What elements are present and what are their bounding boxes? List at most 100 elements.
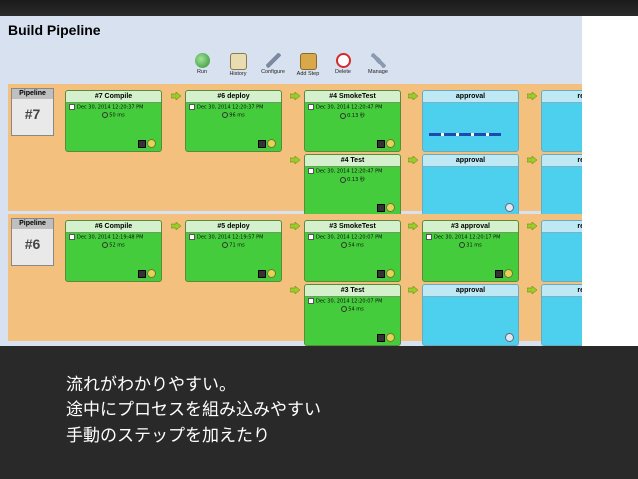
console-icon[interactable] [258,140,266,148]
flow-arrow-icon [290,222,300,230]
stage-card-completed[interactable]: #6 deploy Dec 30, 2014 12:20:37 PM 96 ms [185,90,282,152]
clock-icon [222,112,229,118]
stage-card-completed[interactable]: #6 Compile Dec 30, 2014 12:19:48 PM 52 ms [65,220,162,282]
stage-title[interactable]: #4 SmokeTest [305,91,400,103]
stage-card-completed[interactable]: #5 deploy Dec 30, 2014 12:19:57 PM 71 ms [185,220,282,282]
pipeline-number-box[interactable]: Pipeline #7 [11,88,54,136]
select-checkbox[interactable] [69,104,75,110]
flow-arrow-icon [290,92,300,100]
top-bar [0,0,638,16]
flow-arrow-icon [290,286,300,294]
rebuild-icon[interactable] [386,269,395,278]
clock-icon [341,306,348,312]
flow-arrow-icon [171,222,181,230]
build-pipeline-screen: Build Pipeline Run History Configure Add… [0,16,582,346]
stage-card-pending[interactable]: release [541,220,582,282]
stage-title[interactable]: #6 deploy [186,91,281,103]
select-checkbox[interactable] [189,104,195,110]
rebuild-icon[interactable] [386,139,395,148]
rebuild-icon[interactable] [267,139,276,148]
select-checkbox[interactable] [189,234,195,240]
run-button[interactable]: Run [182,53,222,75]
stage-duration-row: 0.13 秒 [305,176,400,183]
console-icon[interactable] [258,270,266,278]
rebuild-icon[interactable] [147,139,156,148]
flow-arrow-icon [171,92,181,100]
stage-title[interactable]: release [542,221,582,233]
stage-timestamp: Dec 30, 2014 12:20:07 PM [316,298,383,305]
stage-card-pending[interactable]: approval [422,154,519,216]
rebuild-icon[interactable] [386,333,395,342]
manage-button[interactable]: Manage [358,53,398,75]
stage-card-pending[interactable]: release [541,90,582,152]
stage-title[interactable]: #5 deploy [186,221,281,233]
stage-card-completed[interactable]: #3 approval Dec 30, 2014 12:20:17 PM 31 ms [422,220,519,282]
manage-icon [370,53,386,68]
stage-title[interactable]: #3 SmokeTest [305,221,400,233]
history-button[interactable]: History [218,53,258,77]
flow-arrow-icon [290,156,300,164]
console-icon[interactable] [138,270,146,278]
add-step-label: Add Step [296,71,320,77]
pipeline-number-box[interactable]: Pipeline #6 [11,218,54,266]
caption-line-3: 手動のステップを加えたり [66,426,270,446]
stage-duration: 0.13 秒 [347,177,365,183]
manual-trigger-icon[interactable] [505,333,514,342]
select-checkbox[interactable] [308,168,314,174]
console-icon[interactable] [138,140,146,148]
stage-card-pending[interactable]: approval [422,90,519,152]
stage-card-completed[interactable]: #4 SmokeTest Dec 30, 2014 12:20:47 PM 0.13… [304,90,401,152]
manual-trigger-icon[interactable] [505,203,514,212]
stage-duration-row: 31 ms [423,242,518,249]
stage-title[interactable]: release [542,155,582,167]
select-checkbox[interactable] [426,234,432,240]
stage-title[interactable]: approval [423,91,518,103]
stage-card-completed[interactable]: #3 Test Dec 30, 2014 12:20:07 PM 54 ms [304,284,401,346]
rebuild-icon[interactable] [147,269,156,278]
stage-duration-row: 50 ms [66,112,161,119]
stage-card-completed[interactable]: #3 SmokeTest Dec 30, 2014 12:20:07 PM 54 m… [304,220,401,282]
stage-title[interactable]: #3 approval [423,221,518,233]
stage-timestamp-row: Dec 30, 2014 12:19:48 PM [69,234,144,241]
select-checkbox[interactable] [308,104,314,110]
caption-line-1: 流れがわかりやすい。 [66,375,236,395]
console-icon[interactable] [495,270,503,278]
stage-title[interactable]: approval [423,285,518,297]
rebuild-icon[interactable] [386,203,395,212]
stage-card-pending[interactable]: release [541,284,582,346]
stage-timestamp: Dec 30, 2014 12:20:07 PM [316,234,383,241]
stage-title[interactable]: #6 Compile [66,221,161,233]
slide-margin [582,16,638,346]
stage-title[interactable]: release [542,285,582,297]
console-icon[interactable] [377,270,385,278]
console-icon[interactable] [377,204,385,212]
run-label: Run [196,69,208,75]
console-icon[interactable] [377,334,385,342]
stage-duration: 54 ms [348,242,364,249]
stage-card-completed[interactable]: #7 Compile Dec 30, 2014 12:20:37 PM 50 ms [65,90,162,152]
stage-timestamp: Dec 30, 2014 12:20:47 PM [316,168,383,175]
stage-card-completed[interactable]: #4 Test Dec 30, 2014 12:20:47 PM 0.13 秒 [304,154,401,216]
stage-title[interactable]: approval [423,155,518,167]
delete-button[interactable]: Delete [323,53,363,75]
select-checkbox[interactable] [69,234,75,240]
stage-title[interactable]: #7 Compile [66,91,161,103]
add-step-button[interactable]: Add Step [288,53,328,77]
stage-timestamp: Dec 30, 2014 12:20:37 PM [77,104,144,111]
stage-duration: 54 ms [348,306,364,313]
pipeline-number: #7 [24,106,41,122]
select-checkbox[interactable] [308,298,314,304]
console-icon[interactable] [377,140,385,148]
rebuild-icon[interactable] [504,269,513,278]
rebuild-icon[interactable] [267,269,276,278]
stage-title[interactable]: #4 Test [305,155,400,167]
select-checkbox[interactable] [308,234,314,240]
stage-title[interactable]: release [542,91,582,103]
stage-timestamp: Dec 30, 2014 12:19:48 PM [77,234,144,241]
stage-title[interactable]: #3 Test [305,285,400,297]
configure-label: Configure [261,69,285,75]
stage-timestamp-row: Dec 30, 2014 12:20:07 PM [308,298,383,305]
configure-button[interactable]: Configure [253,53,293,75]
stage-card-pending[interactable]: approval [422,284,519,346]
stage-card-pending[interactable]: release [541,154,582,216]
